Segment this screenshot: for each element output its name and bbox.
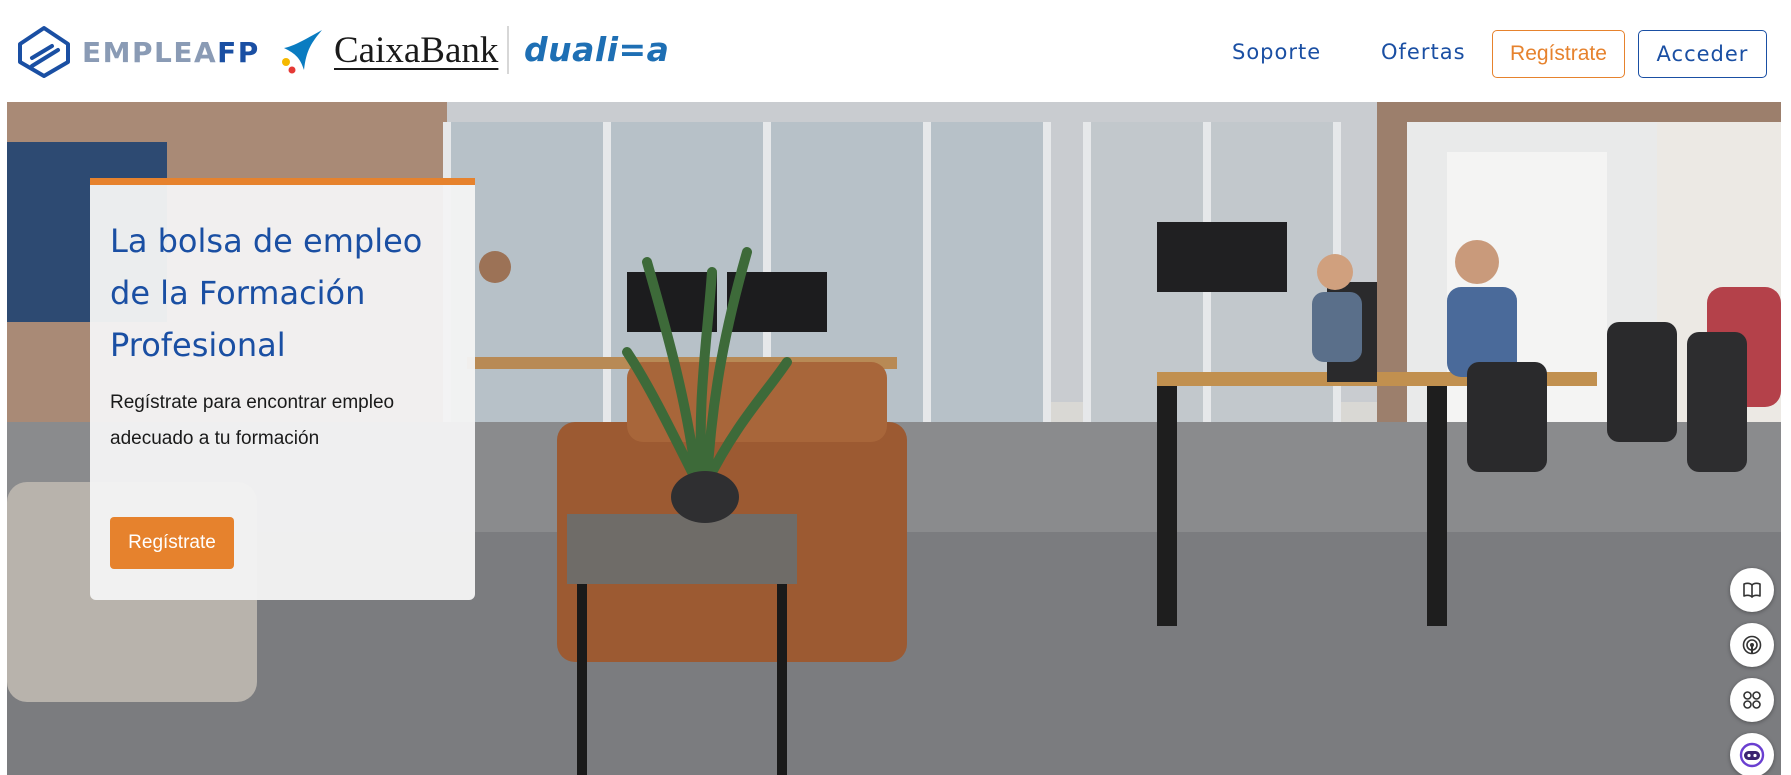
empleafp-logo-icon (18, 26, 70, 78)
caixabank-wordmark: CaixaBank (334, 29, 499, 71)
grid-icon (1743, 691, 1761, 709)
header-acceder-button[interactable]: Acceder (1638, 30, 1767, 78)
empleafp-logo[interactable]: EMPLEA FP (14, 24, 260, 80)
grid-button[interactable] (1730, 678, 1774, 722)
book-button[interactable] (1730, 568, 1774, 612)
site-header: EMPLEA FP CaixaBank duali=a Soporte Ofert… (0, 0, 1791, 100)
hero-registrate-button[interactable]: Regístrate (110, 517, 234, 569)
nav-soporte-link[interactable]: Soporte (1232, 40, 1321, 64)
caixabank-star-icon (282, 30, 322, 74)
signal-button[interactable] (1730, 623, 1774, 667)
header-registrate-button[interactable]: Regístrate (1492, 30, 1625, 78)
signal-icon (1742, 635, 1762, 655)
caixabank-logo[interactable]: CaixaBank (276, 26, 498, 74)
dualiza-logo[interactable]: duali=a (524, 26, 669, 74)
nav-ofertas-link[interactable]: Ofertas (1381, 40, 1466, 64)
hero-card: La bolsa de empleo de la Formación Profe… (90, 178, 475, 600)
fp-wordmark: FP (217, 35, 260, 69)
hero-subtitle: Regístrate para encontrar empleo adecuad… (110, 392, 395, 449)
emplea-wordmark: EMPLEA (82, 35, 218, 69)
book-icon (1743, 582, 1761, 598)
logo-separator (507, 26, 509, 74)
hero-title: La bolsa de empleo de la Formación Profe… (110, 222, 423, 364)
page-right-margin (1781, 102, 1791, 775)
assistant-face-icon (1739, 742, 1765, 768)
assistant-button[interactable] (1730, 733, 1774, 775)
